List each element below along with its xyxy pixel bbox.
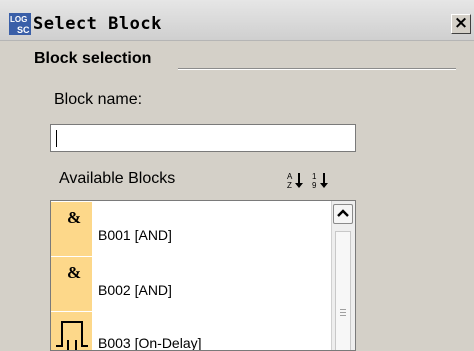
svg-text:LOG: LOG [10,15,27,24]
available-blocks-list[interactable]: & B001 [AND] & B002 [AND] B003 [On-Delay… [50,200,356,351]
list-item[interactable]: & B002 [AND] [51,257,331,312]
block-name-label: Block name: [54,91,143,108]
sort-az-icon[interactable]: A Z [285,170,305,190]
list-item[interactable]: & B001 [AND] [51,202,331,257]
scroll-thumb[interactable] [335,231,351,350]
svg-text:9: 9 [312,181,317,190]
scroll-up-button[interactable] [333,204,353,224]
on-delay-pulse-icon [56,321,88,350]
block-name-input[interactable] [50,124,356,152]
grip-line [340,309,346,310]
group-label-block-selection: Block selection [34,50,152,67]
and-gate-icon: & [51,202,92,256]
svg-text:1: 1 [312,172,317,181]
svg-text:Z: Z [287,181,292,190]
on-delay-tile [51,312,92,350]
title-bar[interactable]: LOG SC Select Block × [0,0,474,41]
close-button[interactable]: × [451,14,471,34]
block-label: B002 [AND] [98,282,172,298]
select-block-dialog: LOG SC Select Block × Block selection Bl… [0,0,474,351]
window-title: Select Block [33,14,162,34]
grip-line [340,315,346,316]
logo-soft-comfort-icon: LOG SC [9,13,31,35]
text-caret [56,130,57,147]
grip-line [340,312,346,313]
list-item[interactable]: B003 [On-Delay] [51,312,331,351]
group-divider [178,68,456,70]
chevron-up-icon [337,209,349,217]
sort-19-icon[interactable]: 1 9 [310,170,330,190]
block-label: B001 [AND] [98,227,172,243]
and-gate-icon: & [51,257,92,311]
block-label: B003 [On-Delay] [98,335,202,351]
vertical-scrollbar[interactable] [331,201,355,350]
svg-text:SC: SC [17,25,30,35]
available-blocks-label: Available Blocks [59,170,176,187]
svg-text:A: A [287,172,293,181]
